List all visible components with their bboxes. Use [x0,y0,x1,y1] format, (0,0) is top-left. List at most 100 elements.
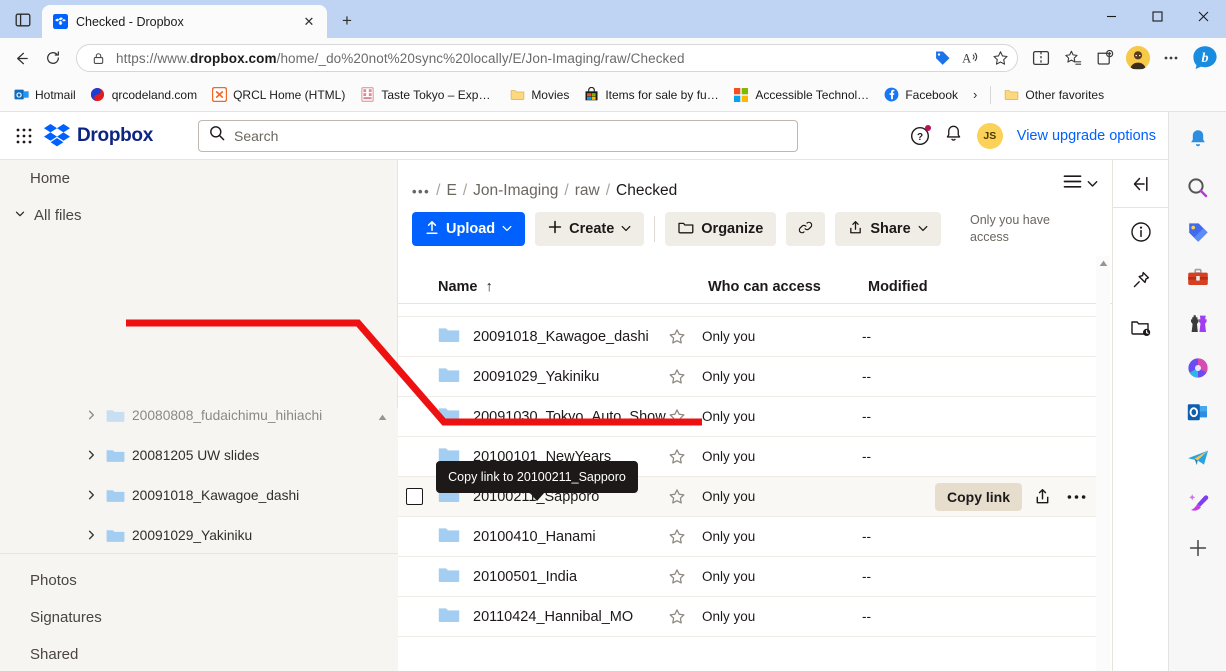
collections-icon[interactable] [1090,43,1120,73]
shopping-tag-icon[interactable] [931,47,953,69]
tab-search-button[interactable] [8,5,38,35]
file-name-cell[interactable]: 20091030_Tokyo_Auto_Show [398,406,668,428]
view-options-button[interactable] [1063,174,1098,194]
file-name-cell[interactable]: 20081205 UW slides [398,304,668,308]
settings-more-icon[interactable] [1156,43,1186,73]
chevron-right-icon[interactable] [80,450,102,460]
collapse-panel-button[interactable] [1113,160,1168,208]
sidebar-item-signatures[interactable]: Signatures [0,599,398,636]
favorite-star-icon[interactable] [668,304,702,306]
favorite-star-icon[interactable] [668,408,702,426]
split-screen-icon[interactable] [1026,43,1056,73]
favorite-star-icon[interactable] [668,368,702,386]
maximize-button[interactable] [1134,0,1180,32]
row-checkbox[interactable] [406,488,423,505]
bookmark-facebook[interactable]: Facebook [876,83,965,107]
breadcrumb-overflow[interactable]: ••• [412,184,430,199]
file-name-cell[interactable]: 20091018_Kawagoe_dashi [398,326,668,348]
add-icon[interactable] [1183,533,1213,563]
upload-button[interactable]: Upload [412,212,525,246]
chevron-right-icon[interactable] [80,530,102,540]
microsoft365-icon[interactable] [1183,353,1213,383]
favorites-icon[interactable] [1058,43,1088,73]
bell-icon[interactable] [944,124,963,148]
shopping-tag-icon[interactable] [1183,218,1213,248]
column-header-who-can-access[interactable]: Who can access [708,279,868,295]
share-button[interactable]: Share [835,212,940,246]
breadcrumb-item-e[interactable]: E [446,182,456,200]
favorite-star-icon[interactable] [668,448,702,466]
favorite-star-icon[interactable] [668,608,702,626]
sidebar-item-home[interactable]: Home [0,160,397,197]
bookmarks-overflow-button[interactable]: › [965,83,985,106]
create-button[interactable]: Create [535,212,644,246]
table-row[interactable]: 20091029_YakinikuOnly you-- [398,357,1098,397]
table-row[interactable]: 20100410_HanamiOnly you-- [398,517,1098,557]
bookmark-movies[interactable]: Movies [502,83,576,107]
close-icon[interactable]: ✕ [299,12,319,32]
folder-tree-item[interactable]: 20091018_Kawagoe_dashi [0,475,380,515]
bookmark-accessible-technology[interactable]: Accessible Technolo... [726,83,876,107]
favorite-star-icon[interactable] [668,568,702,586]
telegram-icon[interactable] [1183,443,1213,473]
file-name-cell[interactable]: 20100410_Hanami [398,526,668,548]
pin-icon[interactable] [1113,256,1168,304]
view-upgrade-options-link[interactable]: View upgrade options [1017,128,1156,144]
table-row[interactable]: 20100501_IndiaOnly you-- [398,557,1098,597]
chevron-right-icon[interactable] [80,490,102,500]
favorite-star-icon[interactable] [668,528,702,546]
copy-link-toolbar-button[interactable] [786,212,825,246]
favorite-star-icon[interactable] [989,47,1011,69]
scroll-up-arrow[interactable] [375,410,389,424]
close-window-button[interactable] [1180,0,1226,32]
help-icon[interactable]: ? [910,126,930,146]
share-icon[interactable] [1028,483,1056,511]
image-creator-icon[interactable] [1183,488,1213,518]
bell-icon[interactable] [1183,124,1213,154]
bookmark-taste-tokyo[interactable]: Taste Tokyo – Exper... [352,83,502,107]
avatar[interactable]: JS [977,123,1003,149]
dropbox-logo[interactable]: Dropbox [44,123,153,148]
bookmark-qrcl-home[interactable]: QRCL Home (HTML) [204,83,352,107]
minimize-button[interactable] [1088,0,1134,32]
file-name-cell[interactable]: 20110424_Hannibal_MO [398,606,668,628]
table-row[interactable]: 20091018_Kawagoe_dashiOnly you-- [398,317,1098,357]
column-header-name[interactable]: Name ↑ [398,279,708,295]
folder-tree-item[interactable]: 20081205 UW slides [0,435,380,475]
address-bar[interactable]: https://www.dropbox.com/home/_do%20not%2… [76,44,1018,72]
table-row[interactable]: 20110424_Hannibal_MOOnly you-- [398,597,1098,637]
outlook-icon[interactable] [1183,398,1213,428]
favorite-star-icon[interactable] [668,328,702,346]
file-list-scrollbar[interactable] [1096,256,1110,671]
organize-button[interactable]: Organize [665,212,776,246]
breadcrumb-item-jon-imaging[interactable]: Jon-Imaging [473,182,558,200]
scroll-up-arrow[interactable] [1096,256,1110,270]
bookmark-qrcodeland[interactable]: qrcodeland.com [83,83,204,107]
info-icon[interactable] [1113,208,1168,256]
sidebar-item-photos[interactable]: Photos [0,562,398,599]
sidebar-item-shared[interactable]: Shared [0,636,398,671]
file-name-cell[interactable]: 20100501_India [398,566,668,588]
folder-tree-item[interactable]: 20091029_Yakiniku [0,515,380,555]
column-header-modified[interactable]: Modified [868,279,1008,295]
tools-icon[interactable] [1183,263,1213,293]
search-input[interactable]: Search [198,120,798,152]
new-tab-button[interactable]: + [333,7,361,35]
chevron-right-icon[interactable] [80,410,102,420]
more-horizontal-icon[interactable] [1062,483,1090,511]
breadcrumb-item-checked[interactable]: Checked [616,182,677,200]
reload-button[interactable] [38,43,68,73]
other-favorites-button[interactable]: Other favorites [996,83,1111,107]
breadcrumb-item-raw[interactable]: raw [575,182,600,200]
sidebar-item-all-files[interactable]: All files [0,197,397,234]
folder-activity-icon[interactable] [1113,304,1168,352]
favorite-star-icon[interactable] [668,488,702,506]
bookmark-items-for-sale[interactable]: Items for sale by fut... [576,83,726,107]
app-grid-icon[interactable] [12,124,36,148]
games-icon[interactable] [1183,308,1213,338]
folder-tree-item[interactable]: 20080808_fudaichimu_hihiachi [0,408,380,435]
file-name-cell[interactable]: 20091029_Yakiniku [398,366,668,388]
browser-tab[interactable]: Checked - Dropbox ✕ [42,5,327,38]
copilot-icon[interactable]: b [1190,43,1220,73]
read-aloud-icon[interactable]: A [960,47,982,69]
